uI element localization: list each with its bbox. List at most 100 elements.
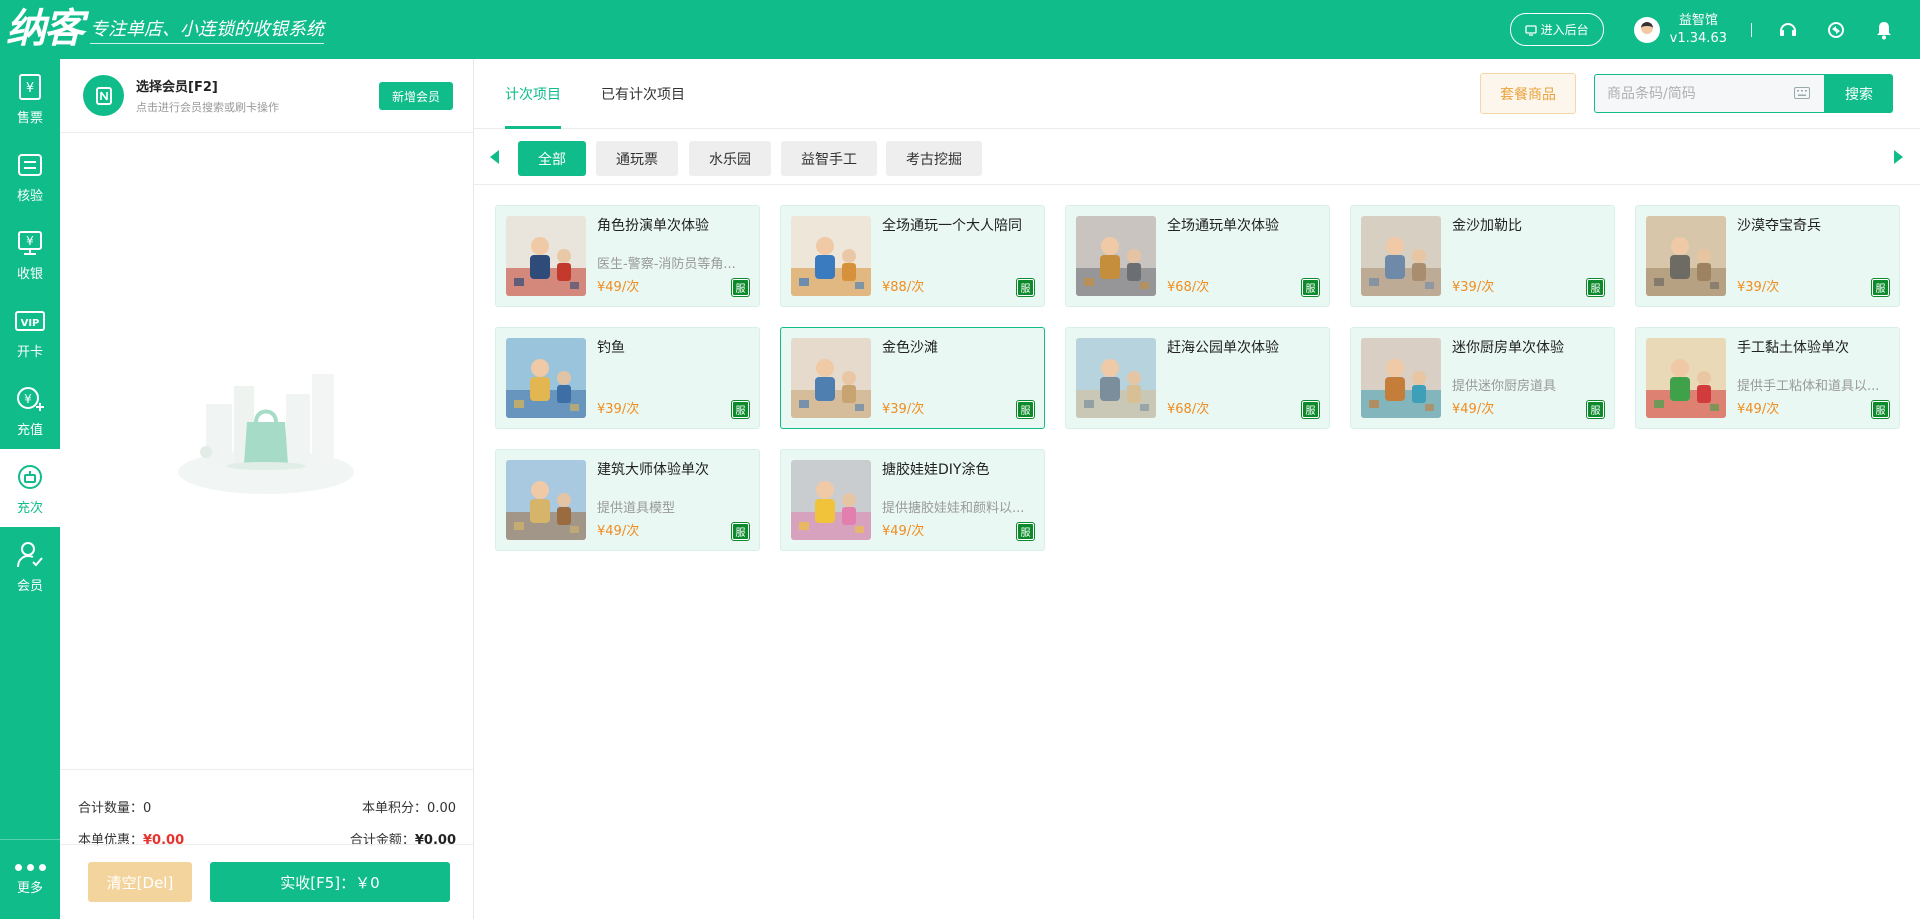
product-price: ¥68/次 — [1167, 280, 1210, 295]
product-name: 赶海公园单次体验 — [1167, 340, 1279, 356]
select-member-area[interactable]: 选择会员[F2] 点击进行会员搜索或刷卡操作 新增会员 — [60, 59, 473, 133]
order-panel: 选择会员[F2] 点击进行会员搜索或刷卡操作 新增会员 合计数量：0 本单积分：… — [60, 59, 474, 919]
product-card[interactable]: 搪胶娃娃DIY涂色 提供搪胶娃娃和颜料以... ¥49/次 服 — [780, 449, 1045, 551]
member-hint: 点击进行会员搜索或刷卡操作 — [136, 101, 279, 114]
order-points: 本单积分：0.00 — [362, 800, 456, 816]
cashier-icon: ¥ — [18, 230, 42, 255]
product-card[interactable]: 手工黏土体验单次 提供手工粘体和道具以... ¥49/次 服 — [1635, 327, 1900, 429]
category-all[interactable]: 全部 — [518, 141, 586, 176]
product-name: 建筑大师体验单次 — [597, 462, 709, 478]
category-archaeology[interactable]: 考古挖掘 — [886, 141, 982, 176]
sidebar-item-cashier[interactable]: ¥ 收银 — [0, 215, 60, 293]
product-price: ¥49/次 — [1452, 402, 1495, 417]
service-badge: 服 — [1586, 278, 1605, 297]
product-card[interactable]: 全场通玩一个大人陪同 ¥88/次 服 — [780, 205, 1045, 307]
checkout-button[interactable]: 实收[F5]：￥0 — [210, 862, 450, 902]
more-dots-icon — [14, 863, 46, 871]
support-icon[interactable] — [1776, 18, 1800, 42]
header-right: 进入后台 益智馆 v1.34.63 — [1509, 0, 1920, 59]
product-card[interactable]: 金色沙滩 ¥39/次 服 — [780, 327, 1045, 429]
sidebar-item-member[interactable]: 会员 — [0, 527, 60, 605]
product-price: ¥49/次 — [1737, 402, 1780, 417]
product-price: ¥39/次 — [882, 402, 925, 417]
sidebar-label: 核验 — [16, 188, 43, 204]
app-logo: 纳客 — [6, 6, 84, 52]
sidebar-item-ticket[interactable]: ¥ 售票 — [0, 59, 60, 137]
product-image — [506, 460, 586, 540]
svg-text:¥: ¥ — [26, 81, 34, 96]
category-prev-icon[interactable] — [490, 150, 499, 164]
sidebar-item-open-card[interactable]: VIP 开卡 — [0, 293, 60, 371]
product-card[interactable]: 建筑大师体验单次 提供道具模型 ¥49/次 服 — [495, 449, 760, 551]
category-water-park[interactable]: 水乐园 — [689, 141, 771, 176]
service-badge: 服 — [1301, 278, 1320, 297]
product-card[interactable]: 迷你厨房单次体验 提供迷你厨房道具 ¥49/次 服 — [1350, 327, 1615, 429]
sidebar-label: 充次 — [16, 500, 43, 516]
search-input[interactable] — [1607, 85, 1777, 102]
product-card[interactable]: 角色扮演单次体验 医生-警察-消防员等角... ¥49/次 服 — [495, 205, 760, 307]
store-info: 益智馆 v1.34.63 — [1670, 12, 1727, 48]
product-name: 全场通玩一个大人陪同 — [882, 218, 1022, 234]
category-pass-ticket[interactable]: 通玩票 — [596, 141, 678, 176]
svg-text:VIP: VIP — [21, 318, 40, 329]
product-price: ¥68/次 — [1167, 402, 1210, 417]
service-badge: 服 — [731, 522, 750, 541]
product-image — [791, 216, 871, 296]
service-badge: 服 — [1586, 400, 1605, 419]
product-name: 搪胶娃娃DIY涂色 — [882, 462, 990, 478]
add-member-button[interactable]: 新增会员 — [378, 82, 453, 110]
product-price: ¥39/次 — [1737, 280, 1780, 295]
store-name: 益智馆 — [1678, 12, 1718, 28]
product-image — [506, 338, 586, 418]
bell-icon[interactable] — [1872, 18, 1896, 42]
summary-row-1: 合计数量：0 本单积分：0.00 — [78, 790, 456, 822]
sidebar-item-recharge-count[interactable]: 充次 — [0, 449, 60, 527]
product-card[interactable]: 钓鱼 ¥39/次 服 — [495, 327, 760, 429]
svg-text:¥: ¥ — [24, 392, 32, 406]
package-products-button[interactable]: 套餐商品 — [1480, 73, 1576, 114]
total-qty: 合计数量：0 — [78, 800, 152, 816]
product-name: 角色扮演单次体验 — [597, 218, 709, 234]
enter-backend-label: 进入后台 — [1540, 23, 1589, 37]
main-area: 计次项目 已有计次项目 套餐商品 搜索 全部 通玩票 水乐园 益智手工 考古挖掘… — [474, 59, 1920, 919]
sidebar-label: 充值 — [16, 422, 43, 438]
product-name: 全场通玩单次体验 — [1167, 218, 1279, 234]
sync-icon[interactable] — [1824, 18, 1848, 42]
svg-text:¥: ¥ — [26, 234, 34, 248]
sidebar-item-recharge[interactable]: ¥ 充值 — [0, 371, 60, 449]
product-card[interactable]: 全场通玩单次体验 ¥68/次 服 — [1065, 205, 1330, 307]
tab-owned-count-items[interactable]: 已有计次项目 — [601, 59, 685, 129]
recharge-count-icon — [18, 464, 42, 489]
sidebar-item-more[interactable]: 更多 — [0, 839, 60, 919]
sidebar-label: 收银 — [16, 266, 43, 282]
order-actions: 清空[Del] 实收[F5]：￥0 — [60, 844, 474, 919]
avatar[interactable] — [1633, 16, 1660, 43]
app-version: v1.34.63 — [1669, 30, 1727, 46]
sidebar-label: 更多 — [16, 880, 43, 896]
member-card-icon — [83, 75, 124, 116]
member-text: 选择会员[F2] 点击进行会员搜索或刷卡操作 — [136, 76, 279, 115]
vip-card-icon: VIP — [15, 310, 45, 331]
clear-button[interactable]: 清空[Del] — [88, 862, 192, 902]
service-badge: 服 — [1016, 400, 1035, 419]
product-card[interactable]: 金沙加勒比 ¥39/次 服 — [1350, 205, 1615, 307]
product-name: 沙漠夺宝奇兵 — [1737, 218, 1821, 234]
tab-count-items[interactable]: 计次项目 — [505, 59, 561, 129]
product-desc: 医生-警察-消防员等角... — [597, 257, 736, 272]
enter-backend-button[interactable]: 进入后台 — [1509, 13, 1604, 46]
product-card[interactable]: 赶海公园单次体验 ¥68/次 服 — [1065, 327, 1330, 429]
search-button[interactable]: 搜索 — [1825, 74, 1893, 113]
product-name: 钓鱼 — [597, 340, 625, 356]
product-card[interactable]: 沙漠夺宝奇兵 ¥39/次 服 — [1635, 205, 1900, 307]
top-header: 纳客 专注单店、小连锁的收银系统 进入后台 益智馆 v1.34.63 — [0, 0, 1920, 59]
product-image — [1076, 216, 1156, 296]
keyboard-icon[interactable] — [1794, 87, 1810, 99]
service-badge: 服 — [1016, 522, 1035, 541]
product-image — [1076, 338, 1156, 418]
product-name: 手工黏土体验单次 — [1737, 340, 1849, 356]
service-badge: 服 — [1871, 278, 1890, 297]
category-next-icon[interactable] — [1894, 150, 1903, 164]
sidebar-item-verify[interactable]: 核验 — [0, 137, 60, 215]
category-puzzle-craft[interactable]: 益智手工 — [781, 141, 877, 176]
product-image — [1646, 338, 1726, 418]
